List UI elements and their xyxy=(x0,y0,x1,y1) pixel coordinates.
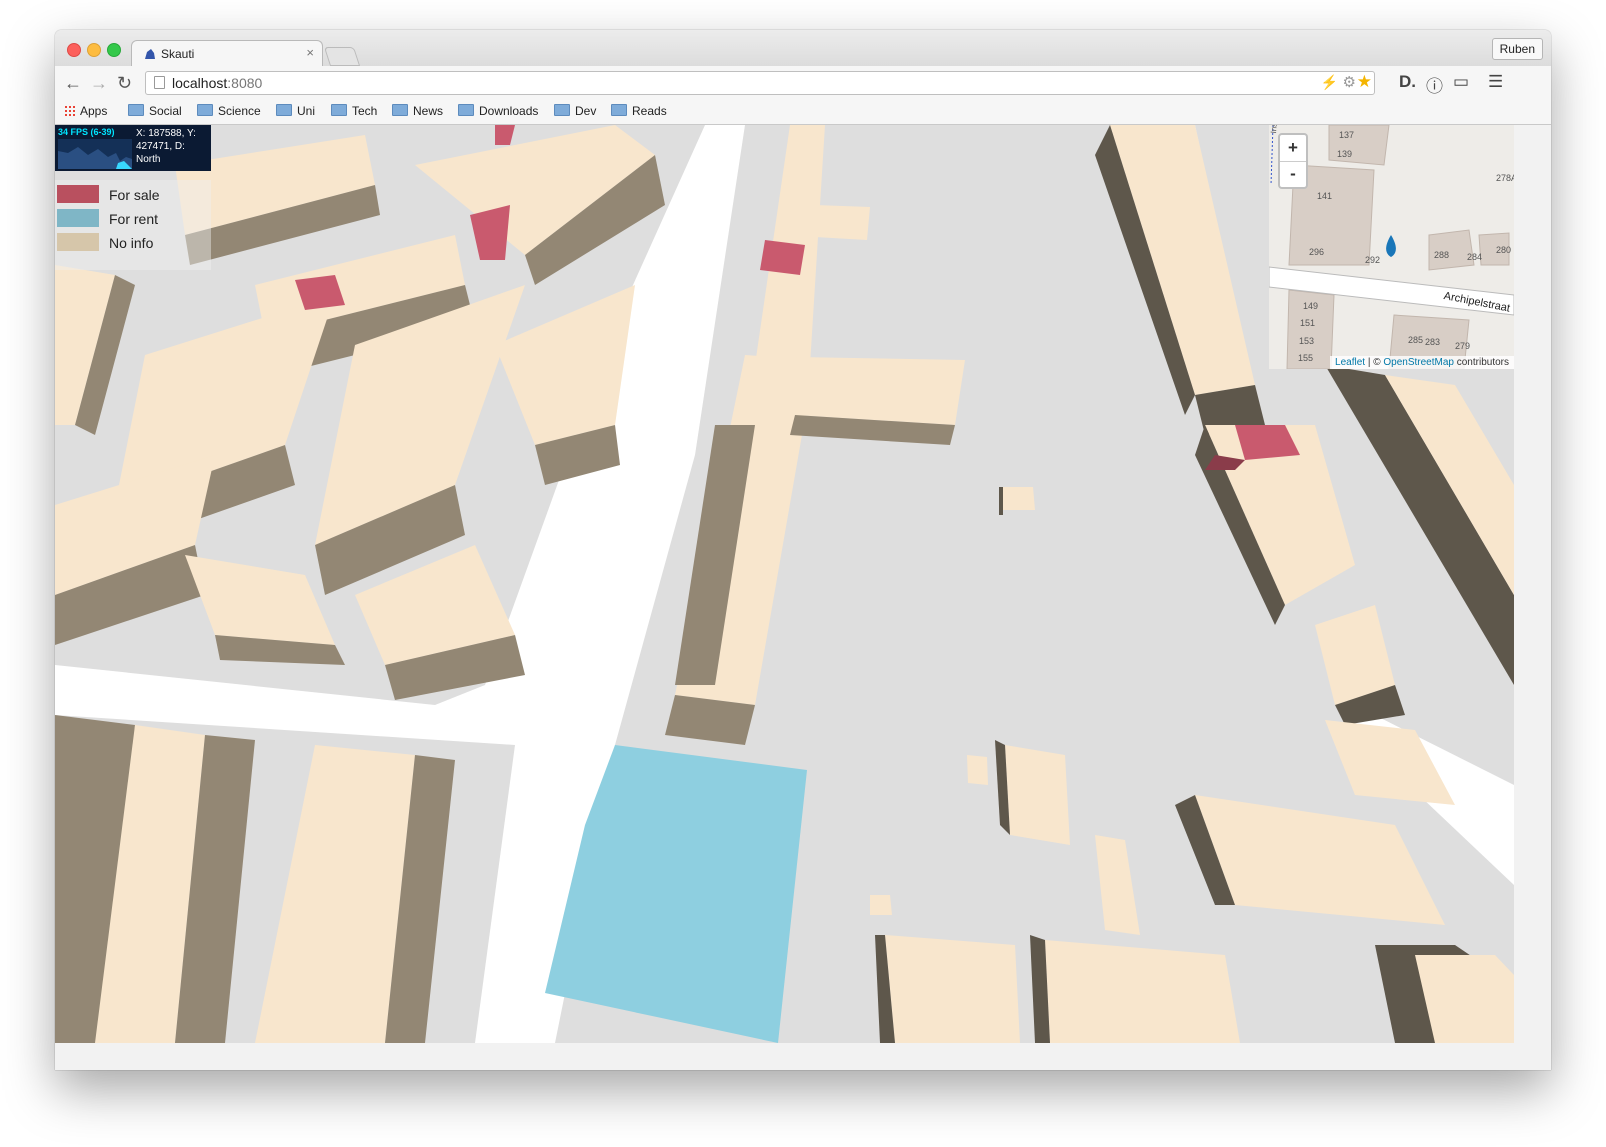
forward-arrow-icon[interactable]: → xyxy=(90,73,108,94)
url-text: localhost:8080 xyxy=(172,75,263,91)
profile-button[interactable]: Ruben xyxy=(1491,38,1543,60)
tab-title: Skauti xyxy=(161,47,195,61)
back-arrow-icon[interactable]: ← xyxy=(64,73,82,94)
building-for-rent xyxy=(545,745,807,1043)
bookmarks-bar: Apps Social Science Uni Tech News Downlo… xyxy=(55,100,1551,125)
bookmark-social[interactable]: Social xyxy=(128,104,182,118)
map-3d-viewport[interactable]: 34 FPS (6-39) X: 187588, Y: 427471, D: N… xyxy=(55,125,1514,1043)
folder-icon xyxy=(554,104,570,116)
position-readout: X: 187588, Y: 427471, D: North xyxy=(136,128,196,165)
gear-icon[interactable]: ⚙ xyxy=(1343,73,1356,91)
cast-icon[interactable]: ▭ xyxy=(1453,72,1469,92)
lightning-icon[interactable]: ⚡ xyxy=(1321,74,1338,91)
bookmark-uni[interactable]: Uni xyxy=(276,104,315,118)
minimize-window-button[interactable] xyxy=(87,43,101,57)
folder-icon xyxy=(197,104,213,116)
house-number: 284 xyxy=(1467,252,1483,262)
zoom-in-button[interactable]: + xyxy=(1280,135,1306,162)
attribution-suffix: contributors xyxy=(1453,357,1509,368)
house-number: 279 xyxy=(1455,341,1471,351)
house-number: 278A xyxy=(1496,173,1514,183)
leaflet-link[interactable]: Leaflet xyxy=(1335,357,1365,368)
close-window-button[interactable] xyxy=(67,43,81,57)
reload-icon[interactable]: ↻ xyxy=(117,73,132,94)
title-bar: Skauti × Ruben xyxy=(55,30,1551,68)
folder-icon xyxy=(392,104,408,116)
folder-icon xyxy=(128,104,144,116)
house-number: 283 xyxy=(1425,337,1441,347)
legend-label: For rent xyxy=(109,211,159,227)
legend-swatch xyxy=(57,185,99,203)
zoom-control: + - xyxy=(1278,133,1308,189)
house-number: 288 xyxy=(1434,250,1450,260)
bookmark-tech[interactable]: Tech xyxy=(331,104,377,118)
legend-item-for-rent: For rent xyxy=(55,209,211,231)
map-attribution: Leaflet | © OpenStreetMap contributors xyxy=(1330,356,1514,369)
fps-graph xyxy=(58,139,132,169)
house-number: 155 xyxy=(1298,353,1314,363)
bookmark-science[interactable]: Science xyxy=(197,104,261,118)
house-number: 139 xyxy=(1337,149,1353,159)
bookmark-star-icon[interactable]: ★ xyxy=(1357,72,1372,92)
tab-close-icon[interactable]: × xyxy=(306,45,314,60)
legend-swatch xyxy=(57,233,99,251)
page-icon xyxy=(154,76,165,89)
bookmark-downloads[interactable]: Downloads xyxy=(458,104,538,118)
bookmark-dev[interactable]: Dev xyxy=(554,104,596,118)
zoom-out-button[interactable]: - xyxy=(1280,161,1306,187)
legend-item-for-sale: For sale xyxy=(55,185,211,207)
zoom-window-button[interactable] xyxy=(107,43,121,57)
house-number: 141 xyxy=(1317,191,1333,201)
bookmark-news[interactable]: News xyxy=(392,104,443,118)
openstreetmap-link[interactable]: OpenStreetMap xyxy=(1383,357,1454,368)
tab-skauti[interactable]: Skauti × xyxy=(131,40,323,68)
legend-swatch xyxy=(57,209,99,227)
legend-label: No info xyxy=(109,235,154,251)
house-number: 151 xyxy=(1300,318,1316,328)
attribution-separator: | © xyxy=(1365,357,1384,368)
folder-icon xyxy=(611,104,627,116)
new-tab-button[interactable] xyxy=(323,47,361,66)
fps-stats-panel: 34 FPS (6-39) X: 187588, Y: 427471, D: N… xyxy=(55,125,211,171)
house-number: 285 xyxy=(1408,335,1424,345)
folder-icon xyxy=(276,104,292,116)
apps-grid-icon xyxy=(64,105,76,117)
extension-d-icon[interactable]: D. xyxy=(1399,72,1416,92)
info-circle-icon[interactable]: ⓘ xyxy=(1426,72,1443,97)
house-number: 149 xyxy=(1303,301,1319,311)
skauti-favicon-icon xyxy=(145,49,155,59)
legend-item-no-info: No info xyxy=(55,233,211,255)
bookmark-reads[interactable]: Reads xyxy=(611,104,667,118)
house-number: 153 xyxy=(1299,336,1315,346)
folder-icon xyxy=(331,104,347,116)
house-number: 137 xyxy=(1339,130,1355,140)
address-bar[interactable]: localhost:8080 ⚡ ⚙ ★ xyxy=(145,71,1375,95)
house-number: 292 xyxy=(1365,255,1381,265)
house-number: 280 xyxy=(1496,245,1512,255)
minimap[interactable]: 137 139 141 296 292 288 284 280 278A 149… xyxy=(1269,125,1514,369)
house-number: 296 xyxy=(1309,247,1325,257)
legend: For sale For rent No info xyxy=(55,180,211,270)
folder-icon xyxy=(458,104,474,116)
bookmark-apps[interactable]: Apps xyxy=(64,104,107,118)
fps-readout: 34 FPS (6-39) xyxy=(58,127,115,137)
menu-icon[interactable]: ☰ xyxy=(1488,72,1503,92)
browser-toolbar: ← → ↻ localhost:8080 ⚡ ⚙ ★ D. ⓘ ▭ ☰ xyxy=(55,66,1551,100)
legend-label: For sale xyxy=(109,187,160,203)
browser-window: Skauti × Ruben ← → ↻ localhost:8080 ⚡ ⚙ … xyxy=(55,30,1551,1070)
